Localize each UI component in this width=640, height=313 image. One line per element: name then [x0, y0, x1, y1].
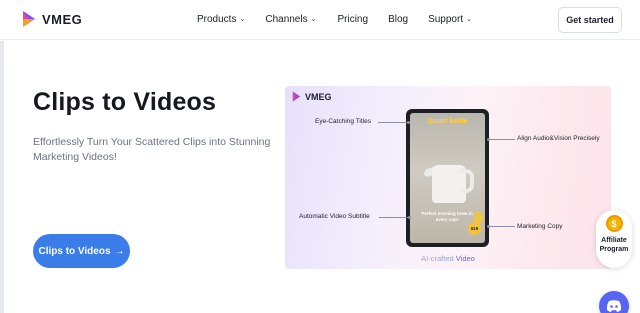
caption-prefix: AI-crafted: [421, 254, 454, 263]
discord-button[interactable]: [599, 291, 629, 313]
kettle-handle-shape: [460, 169, 474, 193]
caption-highlight: Video: [455, 254, 475, 263]
label-automatic-video-subtitle: Automatic Video Subtitle: [299, 213, 370, 220]
hero-title: Clips to Videos: [33, 88, 217, 116]
page: VMEG Products ⌄ Channels ⌄ Pricing Blog …: [0, 0, 640, 313]
screen-subtitle: Perfect morning brew in every cup!: [421, 211, 473, 222]
phone-screen: Smart kettle Perfect morning brew in eve…: [410, 113, 485, 243]
screen-title: Smart kettle: [427, 118, 468, 125]
callout-dot: [408, 216, 411, 219]
nav-products-label: Products: [197, 14, 237, 25]
coin-icon: $: [605, 215, 623, 232]
price-badge: $19: [468, 222, 481, 235]
callout-dot: [407, 121, 410, 124]
chevron-down-icon: ⌄: [466, 16, 472, 23]
nav-blog-label: Blog: [388, 14, 409, 25]
get-started-button[interactable]: Get started: [558, 7, 622, 33]
label-eye-catching-titles: Eye-Catching Titles: [315, 118, 371, 125]
affiliate-line-2: Program: [599, 246, 629, 253]
label-align-audio-vision: Align Audio&Vision Precisely: [517, 135, 600, 142]
chevron-down-icon: ⌄: [239, 16, 246, 23]
discord-icon: [606, 300, 622, 312]
affiliate-label: Affiliate Program: [600, 236, 629, 254]
ai-crafted-caption: AI-crafted Video: [285, 254, 611, 263]
callout-line: [489, 226, 515, 227]
nav-blog[interactable]: Blog: [388, 14, 408, 25]
top-navbar: VMEG Products ⌄ Channels ⌄ Pricing Blog …: [0, 0, 640, 40]
callout-line: [489, 139, 515, 140]
label-marketing-copy: Marketing Copy: [517, 223, 563, 230]
nav-channels-label: Channels: [265, 14, 308, 25]
callout-line: [379, 217, 409, 218]
vmeg-logo-icon: [23, 11, 35, 27]
feature-showcase: VMEG Smart kettle Perfect morning brew i…: [285, 86, 611, 269]
main-nav: Products ⌄ Channels ⌄ Pricing Blog Suppo…: [197, 14, 472, 25]
clips-to-videos-button[interactable]: Clips to Videos →: [33, 234, 130, 268]
callout-line: [378, 122, 408, 123]
showcase-brand: VMEG: [292, 91, 332, 102]
arrow-right-icon: →: [114, 245, 125, 257]
brand-name: VMEG: [42, 11, 83, 27]
nav-pricing[interactable]: Pricing: [337, 14, 368, 25]
nav-support[interactable]: Support ⌄: [428, 14, 472, 25]
phone-preview: Smart kettle Perfect morning brew in eve…: [406, 109, 489, 247]
vmeg-logo-icon: [292, 91, 301, 102]
hero-subtitle: Effortlessly Turn Your Scattered Clips i…: [33, 136, 271, 163]
brand-logo[interactable]: VMEG: [22, 10, 82, 28]
nav-products[interactable]: Products ⌄: [197, 14, 245, 25]
affiliate-line-1: Affiliate: [601, 237, 627, 244]
affiliate-program-widget[interactable]: $ Affiliate Program: [596, 210, 632, 268]
chevron-down-icon: ⌄: [310, 16, 317, 23]
nav-channels[interactable]: Channels ⌄: [265, 14, 316, 25]
nav-support-label: Support: [428, 14, 464, 25]
nav-pricing-label: Pricing: [337, 14, 369, 25]
clips-to-videos-button-label: Clips to Videos: [38, 245, 111, 257]
showcase-brand-name: VMEG: [305, 91, 332, 102]
page-edge-divider: [0, 41, 4, 313]
